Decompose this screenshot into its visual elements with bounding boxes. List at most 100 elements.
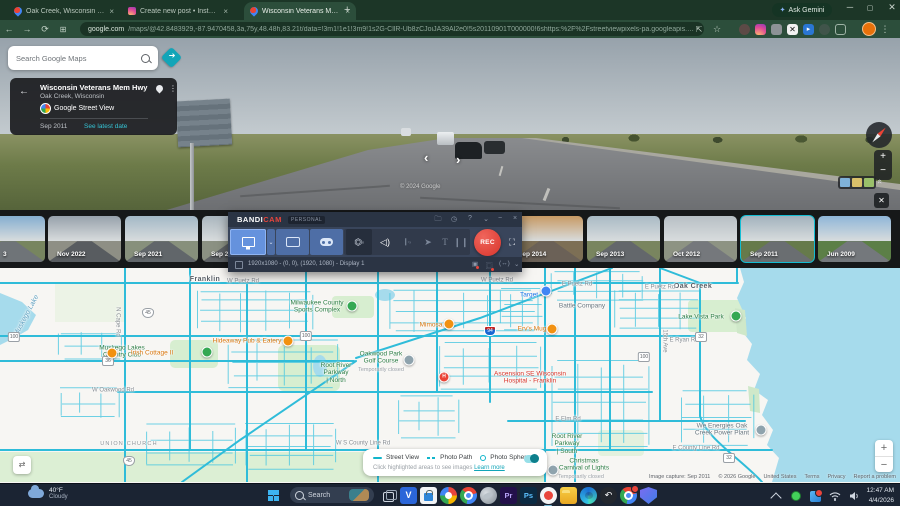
footer-link[interactable]: Report a problem: [854, 474, 897, 480]
edge-icon[interactable]: [580, 487, 597, 504]
poi-marker-icon[interactable]: [547, 464, 559, 476]
tray-chevron-up-icon[interactable]: [769, 490, 784, 504]
schedule-clock-icon[interactable]: ◷: [448, 215, 460, 223]
map-zoom-control[interactable]: + −: [875, 440, 893, 472]
tab-close-icon[interactable]: ×: [223, 7, 228, 16]
back-button[interactable]: ←: [0, 24, 18, 34]
pause-icon[interactable]: ❙❙: [453, 229, 468, 255]
window-close-button[interactable]: ✕: [884, 2, 900, 13]
draw-app-icon[interactable]: [600, 487, 617, 504]
map-zoom-in[interactable]: +: [875, 440, 893, 457]
bandicam-minimize-icon[interactable]: −: [494, 215, 506, 222]
screenshot-camera-icon[interactable]: ⛶: [504, 229, 520, 255]
poi-marker-icon[interactable]: [443, 318, 455, 330]
v-app-icon[interactable]: [400, 487, 417, 504]
timeline-thumb[interactable]: 3: [0, 216, 45, 262]
region-checkbox[interactable]: [235, 261, 243, 269]
timeline-thumb[interactable]: Jun 2009: [818, 216, 891, 262]
footer-link[interactable]: Terms: [804, 474, 819, 480]
ask-gemini-button[interactable]: ✦ Ask Gemini: [772, 3, 832, 17]
pin-down-icon[interactable]: ⌄: [480, 215, 492, 223]
address-bar[interactable]: google.com/maps/@42.8483929,-87.9470458,…: [80, 22, 704, 36]
pin-icon[interactable]: [154, 83, 165, 94]
timeline-thumb[interactable]: Nov 2022: [48, 216, 121, 262]
chrome-icon[interactable]: [460, 487, 477, 504]
bandicam-title-bar[interactable]: BANDICAM PERSONAL 🗀 ◷ ? ⌄ − ×: [228, 212, 522, 227]
profile-avatar[interactable]: [862, 22, 876, 36]
wifi-icon[interactable]: [829, 490, 841, 502]
speaker-icon[interactable]: ◁): [374, 229, 396, 255]
see-latest-date-link[interactable]: See latest date: [84, 123, 127, 130]
browser-menu-kebab[interactable]: ⋮: [876, 24, 894, 35]
new-tab-button[interactable]: +: [344, 4, 350, 16]
zoom-in-icon[interactable]: +: [874, 150, 892, 164]
timeline-thumb[interactable]: Sep 2011: [740, 215, 815, 263]
search-box[interactable]: Search Google Maps: [8, 46, 158, 70]
extension-icon[interactable]: [771, 23, 782, 35]
zoom-out-icon[interactable]: −: [874, 164, 892, 178]
side-panel-icon[interactable]: [835, 23, 846, 35]
security-tray-icon[interactable]: [809, 488, 823, 502]
extension-icon[interactable]: [739, 23, 750, 35]
bandicam-close-icon[interactable]: ×: [509, 215, 521, 222]
imagery-thumbnails[interactable]: [838, 176, 876, 189]
coverage-map[interactable]: Franklin Oak Creek Muskego Lake W Puetz Rd W…: [0, 268, 900, 482]
street-view-forward-arrow[interactable]: ›: [456, 152, 460, 167]
file-explorer-icon[interactable]: [560, 487, 577, 504]
premiere-icon[interactable]: [500, 487, 517, 504]
photos-icon[interactable]: [440, 487, 457, 504]
weather-widget[interactable]: 40°F Cloudy: [28, 485, 68, 500]
help-icon[interactable]: ?: [464, 215, 476, 222]
poi-marker-icon[interactable]: [540, 285, 552, 297]
timeline-thumb[interactable]: Sep 2013: [587, 216, 660, 262]
poi-marker-icon[interactable]: [201, 346, 213, 358]
place-menu-kebab[interactable]: ⋮: [169, 84, 177, 93]
coverage-toggle[interactable]: [524, 454, 539, 463]
open-folder-icon[interactable]: 🗀: [432, 215, 444, 226]
footer-link[interactable]: Privacy: [827, 474, 845, 480]
poi-marker-icon[interactable]: [106, 347, 118, 359]
tab-close-icon[interactable]: ×: [109, 7, 114, 16]
bandicam-app-icon[interactable]: [540, 487, 557, 504]
poi-marker-icon[interactable]: H: [438, 371, 450, 383]
record-video-icon[interactable]: ▣: [472, 260, 480, 269]
street-view-zoom-control[interactable]: + −: [874, 150, 892, 180]
video-extension-icon[interactable]: ▸: [803, 23, 814, 35]
window-maximize-button[interactable]: ▢: [862, 4, 878, 12]
poi-marker-icon[interactable]: [755, 424, 767, 436]
imagery-thumb[interactable]: [840, 178, 850, 187]
compass-control[interactable]: [866, 122, 892, 148]
bandicam-tray-icon[interactable]: [790, 490, 803, 502]
extensions-puzzle-icon[interactable]: [819, 23, 830, 35]
back-arrow-icon[interactable]: ←: [19, 86, 29, 97]
learn-more-link[interactable]: Learn more: [474, 465, 505, 471]
timeline-thumb[interactable]: Oct 2012: [664, 216, 737, 262]
device-recording-mode-button[interactable]: [276, 229, 309, 255]
webcam-overlay-button[interactable]: ⏣ ₓ: [346, 229, 372, 255]
share-icon[interactable]: ⇱: [690, 25, 708, 34]
photoshop-icon[interactable]: [520, 487, 537, 504]
bandicam-window[interactable]: BANDICAM PERSONAL 🗀 ◷ ? ⌄ − × ⌄ ⏣ ₓ ◁) 𝄆 ₓ: [228, 212, 522, 272]
start-button[interactable]: [268, 490, 279, 501]
time-machine-close-button[interactable]: ✕: [874, 193, 889, 208]
reload-button[interactable]: ⟳: [36, 24, 54, 35]
forward-button[interactable]: →: [18, 24, 36, 34]
google-earth-icon[interactable]: [480, 487, 497, 504]
bookmark-star-icon[interactable]: ☆: [708, 24, 726, 35]
tab-instagram[interactable]: Create new post • Instagram ×: [122, 2, 234, 20]
collapse-chevrons-icon[interactable]: «: [876, 179, 885, 183]
security-shield-icon[interactable]: [640, 487, 657, 504]
map-zoom-out[interactable]: −: [875, 457, 893, 473]
imagery-toggle-button[interactable]: ⇄: [13, 456, 31, 474]
mode-dropdown-arrow[interactable]: ⌄: [267, 229, 275, 255]
poi-marker-icon[interactable]: [403, 354, 415, 366]
instagram-extension-icon[interactable]: [755, 23, 766, 35]
rec-button[interactable]: REC: [474, 229, 501, 256]
imagery-thumb[interactable]: [864, 178, 874, 187]
taskbar-search[interactable]: Search: [290, 487, 374, 503]
game-recording-mode-button[interactable]: [310, 229, 343, 255]
taskbar-clock[interactable]: 12:47 AM 4/4/2026: [867, 486, 894, 506]
street-view-back-arrow[interactable]: ‹: [424, 150, 428, 165]
imagery-thumb[interactable]: [852, 178, 862, 187]
browser-badge-icon[interactable]: [620, 485, 639, 504]
